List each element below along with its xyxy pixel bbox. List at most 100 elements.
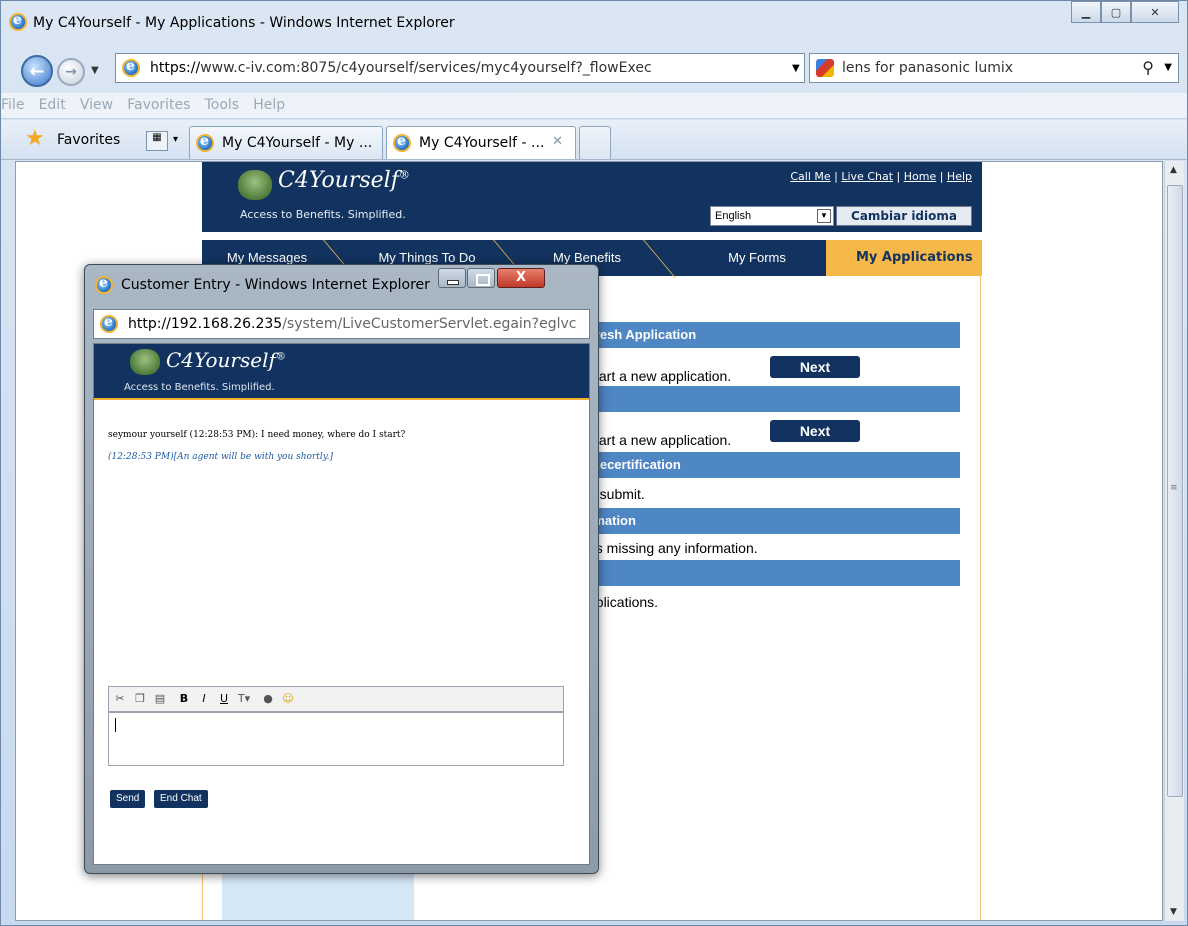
help-link[interactable]: Help bbox=[947, 170, 972, 183]
search-provider-icon bbox=[816, 59, 834, 77]
next-button[interactable]: Next bbox=[770, 420, 860, 442]
language-value: English bbox=[715, 210, 752, 222]
back-button[interactable]: ← bbox=[21, 55, 53, 87]
search-input[interactable]: lens for panasonic lumix bbox=[842, 60, 1013, 76]
scroll-up-icon[interactable]: ▲ bbox=[1170, 165, 1177, 175]
editor-toolbar: ✂ ❐ ▤ B I U T▾ ● ☺ bbox=[108, 686, 564, 712]
popup-maximize-button[interactable] bbox=[467, 268, 495, 288]
address-bar[interactable]: https://www.c-iv.com:8075/c4yourself/ser… bbox=[115, 53, 904, 83]
page-right-border bbox=[980, 276, 981, 920]
chat-message-user: seymour yourself (12:28:53 PM): I need m… bbox=[108, 430, 406, 440]
page-icon bbox=[122, 58, 140, 77]
header-links: Call Me | Live Chat | Home | Help bbox=[790, 170, 972, 183]
page-icon bbox=[100, 314, 118, 333]
chat-body: C4Yourself® Access to Benefits. Simplifi… bbox=[93, 343, 590, 865]
section-header: al/Recertification bbox=[576, 452, 960, 478]
section-header bbox=[576, 386, 960, 412]
end-chat-button[interactable]: End Chat bbox=[154, 790, 208, 808]
scrollbar-grip-icon: ≡ bbox=[1170, 483, 1178, 493]
tab-my-c4yourself-1[interactable]: My C4Yourself - My ... bbox=[189, 126, 383, 159]
copy-icon[interactable]: ❐ bbox=[131, 690, 149, 708]
title-bar: My C4Yourself - My Applications - Window… bbox=[1, 1, 1187, 43]
section-text: start a new application. bbox=[588, 432, 732, 448]
search-dropdown-icon[interactable]: ▼ bbox=[1164, 62, 1172, 73]
chevron-down-icon[interactable]: ▼ bbox=[817, 209, 831, 223]
favorites-star-icon[interactable]: ★ bbox=[25, 128, 45, 150]
favorites-button[interactable]: Favorites bbox=[57, 132, 120, 148]
tab-label: My C4Yourself - ... bbox=[419, 135, 545, 151]
popup-url: http://192.168.26.235/system/LiveCustome… bbox=[128, 316, 577, 332]
menu-view[interactable]: View bbox=[80, 97, 113, 113]
popup-address-bar[interactable]: http://192.168.26.235/system/LiveCustome… bbox=[93, 309, 590, 339]
send-button[interactable]: Send bbox=[110, 790, 146, 808]
chat-message-system: (12:28:53 PM)[An agent will be with you … bbox=[108, 452, 334, 462]
menu-tools[interactable]: Tools bbox=[205, 97, 240, 113]
underline-icon[interactable]: U bbox=[215, 690, 233, 708]
window-controls: ▁ ▢ ✕ bbox=[1071, 1, 1179, 23]
smiley-icon[interactable]: ☺ bbox=[279, 690, 297, 708]
paste-icon[interactable]: ▤ bbox=[151, 690, 169, 708]
favorites-bar: ★ Favorites ▦ ▾ My C4Yourself - My ... M… bbox=[1, 120, 1187, 160]
ie-logo-icon bbox=[95, 275, 113, 294]
menu-help[interactable]: Help bbox=[253, 97, 285, 113]
bold-icon[interactable]: B bbox=[175, 690, 193, 708]
text-caret bbox=[115, 718, 116, 732]
site-tagline: Access to Benefits. Simplified. bbox=[240, 208, 406, 221]
italic-icon[interactable]: I bbox=[195, 690, 213, 708]
live-chat-link[interactable]: Live Chat bbox=[841, 170, 893, 183]
menu-bar: File Edit View Favorites Tools Help bbox=[1, 93, 1187, 119]
tab-my-applications[interactable]: My Applications bbox=[826, 240, 982, 276]
tab-ie-icon bbox=[196, 133, 214, 152]
change-language-button[interactable]: Cambiar idioma bbox=[836, 206, 972, 226]
call-me-link[interactable]: Call Me bbox=[790, 170, 830, 183]
search-box[interactable]: lens for panasonic lumix ⚲ ▼ bbox=[809, 53, 1179, 83]
scroll-down-icon[interactable]: ▼ bbox=[1170, 907, 1177, 917]
window-title: My C4Yourself - My Applications - Window… bbox=[33, 15, 455, 31]
forward-button[interactable]: → bbox=[57, 58, 85, 86]
vertical-scrollbar[interactable]: ▲ ≡ ▼ bbox=[1164, 161, 1184, 921]
address-url: https://www.c-iv.com:8075/c4yourself/ser… bbox=[150, 60, 652, 76]
tab-ie-icon bbox=[393, 133, 411, 152]
maximize-button[interactable]: ▢ bbox=[1101, 1, 1131, 23]
ie-logo-icon bbox=[9, 12, 27, 31]
close-button[interactable]: ✕ bbox=[1131, 1, 1179, 23]
search-icon[interactable]: ⚲ bbox=[1142, 58, 1154, 77]
tab-my-forms[interactable]: My Forms bbox=[702, 240, 812, 276]
minimize-button[interactable]: ▁ bbox=[1071, 1, 1101, 23]
customer-entry-window: Customer Entry - Windows Internet Explor… bbox=[84, 264, 599, 874]
language-select[interactable]: English ▼ bbox=[710, 206, 834, 226]
tab-my-c4yourself-2[interactable]: My C4Yourself - ... ✕ bbox=[386, 126, 576, 159]
section-text: ns missing any information. bbox=[588, 540, 758, 556]
history-dropdown-icon[interactable]: ▼ bbox=[91, 65, 99, 76]
popup-close-button[interactable]: X bbox=[497, 268, 545, 288]
site-header: C4Yourself® Access to Benefits. Simplifi… bbox=[202, 162, 982, 232]
next-button[interactable]: Next bbox=[770, 356, 860, 378]
insert-link-icon[interactable]: ● bbox=[259, 690, 277, 708]
section-text: start a new application. bbox=[588, 368, 732, 384]
new-tab-button[interactable] bbox=[579, 126, 611, 159]
popup-title: Customer Entry - Windows Internet Explor… bbox=[121, 277, 430, 293]
section-header bbox=[576, 560, 960, 586]
tab-label: My C4Yourself - My ... bbox=[222, 135, 373, 151]
chat-header: C4Yourself® Access to Benefits. Simplifi… bbox=[94, 344, 589, 400]
cut-icon[interactable]: ✂ bbox=[111, 690, 129, 708]
tree-logo-icon bbox=[238, 170, 272, 200]
section-header: alFresh Application bbox=[576, 322, 960, 348]
menu-favorites[interactable]: Favorites bbox=[127, 97, 190, 113]
tree-logo-icon bbox=[130, 349, 160, 375]
section-header: formation bbox=[576, 508, 960, 534]
popup-minimize-button[interactable] bbox=[438, 268, 466, 288]
tab-close-icon[interactable]: ✕ bbox=[552, 134, 563, 149]
quick-tabs-icon[interactable]: ▦ bbox=[146, 131, 168, 151]
menu-file[interactable]: File bbox=[1, 97, 24, 113]
chat-tagline: Access to Benefits. Simplified. bbox=[124, 382, 275, 393]
site-logo[interactable]: C4Yourself® bbox=[278, 168, 410, 193]
tab-list-dropdown-icon[interactable]: ▾ bbox=[173, 134, 178, 145]
address-dropdown-icon[interactable]: ▼ bbox=[792, 63, 800, 74]
tab-label: My Applications bbox=[856, 250, 973, 265]
chat-message-input[interactable] bbox=[108, 712, 564, 766]
menu-edit[interactable]: Edit bbox=[39, 97, 66, 113]
home-link[interactable]: Home bbox=[904, 170, 936, 183]
font-size-icon[interactable]: T▾ bbox=[235, 690, 253, 708]
chat-logo: C4Yourself® bbox=[166, 348, 286, 372]
